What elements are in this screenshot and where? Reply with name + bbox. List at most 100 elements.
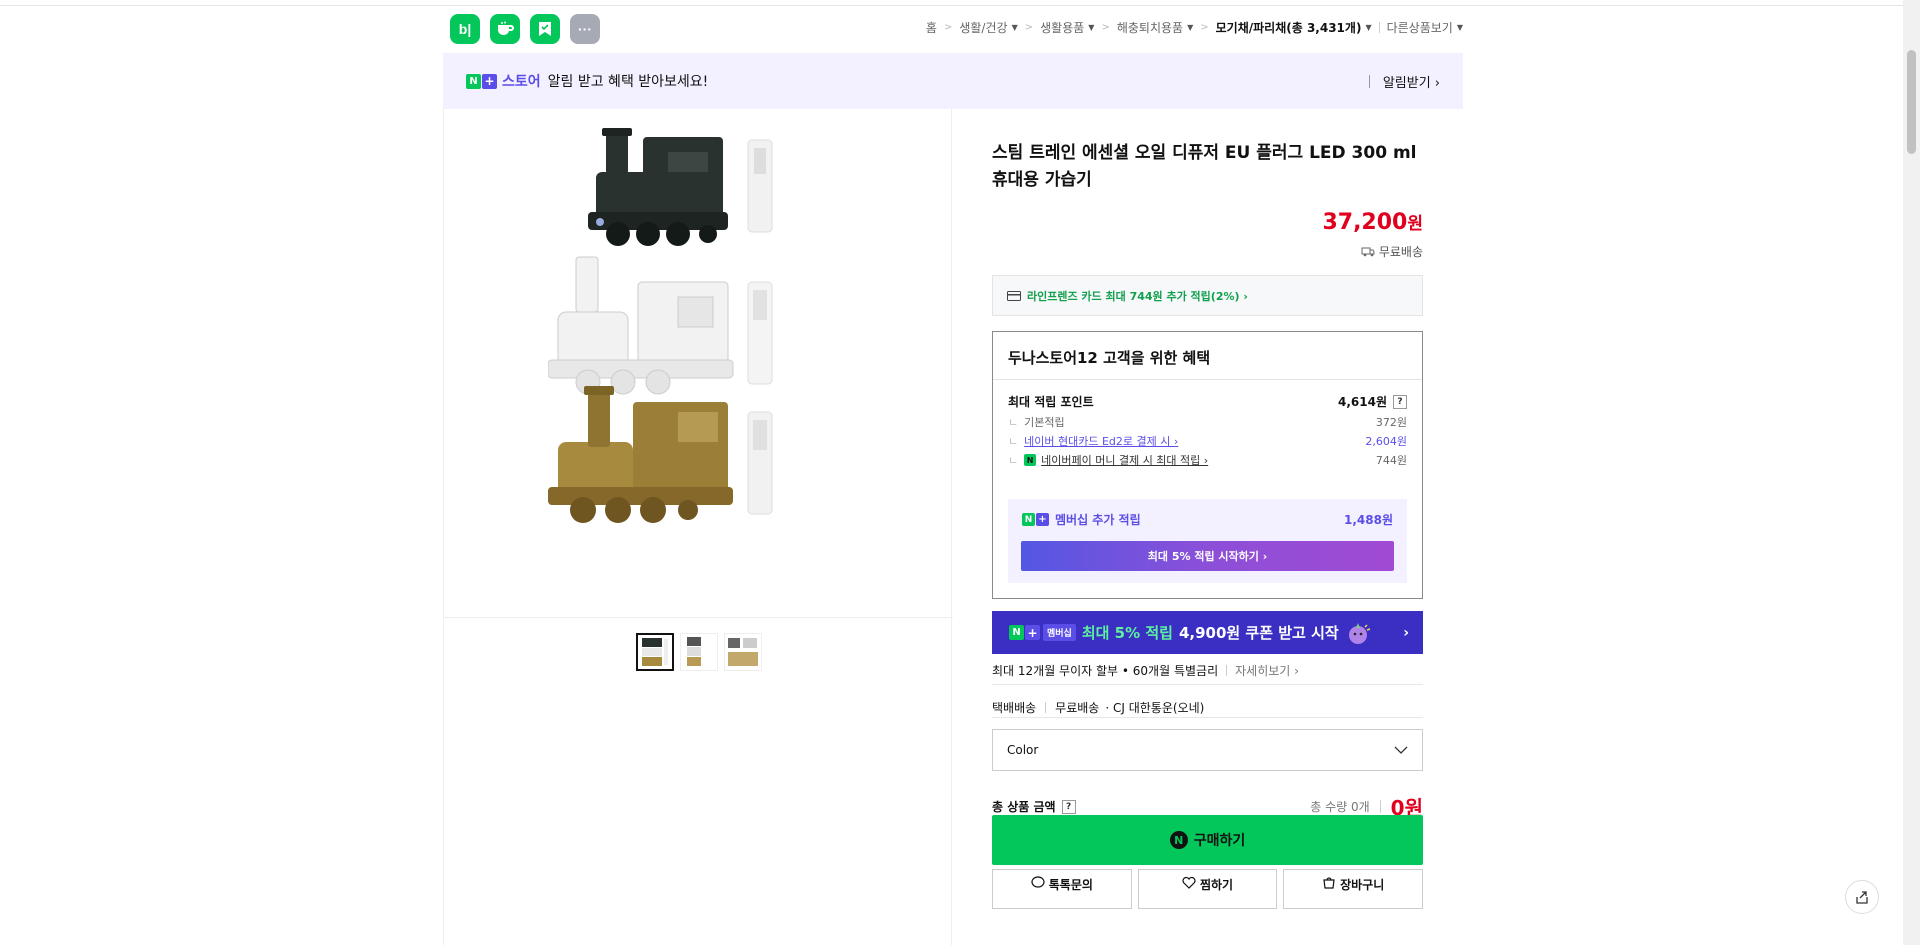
- color-option-select[interactable]: Color: [992, 729, 1423, 771]
- breadcrumb-separator: >: [1200, 22, 1209, 33]
- benefit-row-label: 기본적립: [1024, 416, 1065, 429]
- promo-text: 4,900원 쿠폰 받고 시작: [1178, 624, 1339, 642]
- breadcrumb: 홈 > 생활/건강 ▼ > 생활용품 ▼ > 해충퇴치용품 ▼ > 모기채/파리채(총…: [926, 19, 1463, 36]
- installment-row: 최대 12개월 무이자 할부 • 60개월 특별금리 자세히보기 ›: [992, 662, 1423, 679]
- bookmark-icon[interactable]: [530, 14, 560, 44]
- membership-value: 1,488원: [1344, 513, 1393, 527]
- benefit-row-value: 372원: [1375, 416, 1407, 429]
- caret-down-icon[interactable]: ▼: [1457, 23, 1463, 32]
- gold-train-image: [548, 386, 773, 523]
- chevron-right-icon: ›: [1403, 624, 1409, 641]
- naver-plus-badge: N +: [466, 73, 497, 89]
- banner-divider: [1368, 74, 1370, 88]
- breadcrumb-current[interactable]: 모기채/파리채(총 3,431개): [1216, 19, 1362, 36]
- store-label: 스토어: [502, 74, 541, 90]
- benefit-row-npay: ㄴ N 네이버페이 머니 결제 시 최대 적립 › 744원: [1008, 452, 1407, 468]
- delivery-type: 택배배송: [992, 701, 1037, 715]
- talk-button[interactable]: 톡톡문의: [992, 869, 1132, 909]
- breadcrumb-home[interactable]: 홈: [926, 19, 937, 36]
- total-qty: 총 수량 0개: [1310, 800, 1370, 814]
- buy-button[interactable]: N 구매하기: [992, 815, 1423, 865]
- product-main-image[interactable]: [548, 122, 846, 607]
- help-icon[interactable]: ?: [1393, 394, 1407, 409]
- section-divider: [992, 684, 1423, 685]
- scrollbar-thumb[interactable]: [1907, 50, 1916, 154]
- help-icon[interactable]: ?: [1061, 799, 1076, 814]
- promo-highlight: 최대 5% 적립: [1081, 624, 1173, 642]
- breadcrumb-item-pest[interactable]: 해충퇴치용품: [1117, 19, 1183, 36]
- membership-mini-badge: 멤버십: [1043, 624, 1076, 641]
- caret-down-icon[interactable]: ▼: [1187, 23, 1193, 32]
- banner-message: 알림 받고 혜택 받아보세요!: [547, 74, 709, 90]
- npay-icon: N: [1024, 454, 1037, 466]
- delivery-carrier: · CJ 대한통운(오네): [1105, 701, 1205, 715]
- max-points-value: 4,614원: [1338, 395, 1387, 409]
- subscribe-button[interactable]: 알림받기 ›: [1368, 72, 1440, 91]
- thumbnail-3[interactable]: [724, 633, 762, 671]
- breadcrumb-separator: >: [943, 22, 953, 33]
- shipping-label: 무료배송: [1378, 245, 1423, 259]
- card-promo[interactable]: 라인프렌즈 카드 최대 744원 추가 적립(2%) ›: [992, 275, 1423, 316]
- breadcrumb-separator: >: [1024, 22, 1034, 33]
- white-train-image: [548, 256, 773, 395]
- max-points-row: 최대 적립 포인트 4,614원 ?: [1008, 393, 1407, 410]
- app-icons: b| ···: [450, 14, 600, 44]
- tree-branch-icon: ㄴ: [1008, 416, 1019, 429]
- membership-promo-banner[interactable]: N + 멤버십 최대 5% 적립 4,900원 쿠폰 받고 시작 ›: [992, 611, 1423, 654]
- product-page: b| ··· 홈 > 생활/건강 ▼ > 생활용품 ▼ > 해충퇴치용품 ▼ > 모기…: [443, 0, 1463, 945]
- breadcrumb-item-household[interactable]: 생활용품: [1040, 19, 1084, 36]
- delivery-row: 택배배송 무료배송 · CJ 대한통운(오네): [992, 699, 1204, 716]
- wish-label: 찜하기: [1199, 878, 1234, 892]
- notification-banner: N + 스토어 알림 받고 혜택 받아보세요! 알림받기 ›: [443, 53, 1463, 109]
- installment-text: 최대 12개월 무이자 할부 • 60개월 특별금리: [992, 664, 1219, 678]
- talk-label: 톡톡문의: [1048, 878, 1093, 892]
- cart-button[interactable]: 장바구니: [1283, 869, 1424, 909]
- more-icon-label: ···: [578, 21, 592, 37]
- max-points-label: 최대 적립 포인트: [1008, 395, 1094, 409]
- total-divider: [1379, 800, 1381, 813]
- tree-branch-icon: ㄴ: [1008, 435, 1019, 448]
- tree-branch-icon: ㄴ: [1008, 454, 1019, 467]
- benefit-row-basic: ㄴ 기본적립 372원: [1008, 414, 1407, 430]
- cart-icon: [1323, 877, 1335, 889]
- product-gallery: [443, 109, 953, 945]
- membership-box: N + 멤버십 추가 적립 1,488원 최대 5% 적립 시작하기 ›: [1008, 499, 1407, 583]
- onion-mascot-icon: [1348, 622, 1370, 644]
- cafe-icon[interactable]: [490, 14, 520, 44]
- membership-start-button[interactable]: 최대 5% 적립 시작하기 ›: [1021, 541, 1394, 571]
- blog-icon-label: b|: [458, 21, 472, 37]
- membership-row: N + 멤버십 추가 적립 1,488원: [1022, 511, 1393, 528]
- shipping-info: 무료배송: [1361, 243, 1423, 260]
- benefit-divider: [993, 379, 1422, 380]
- breadcrumb-item-health[interactable]: 생활/건강: [959, 19, 1007, 36]
- wish-button[interactable]: 찜하기: [1137, 869, 1278, 909]
- caret-down-icon[interactable]: ▼: [1088, 23, 1094, 32]
- naver-n-icon: N: [1022, 513, 1035, 526]
- share-button[interactable]: [1845, 880, 1879, 914]
- caret-down-icon[interactable]: ▼: [1012, 23, 1018, 32]
- installment-details-link[interactable]: 자세히보기 ›: [1235, 662, 1299, 679]
- section-divider: [992, 717, 1423, 718]
- other-products-link[interactable]: 다른상품보기: [1387, 19, 1453, 36]
- page-scrollbar[interactable]: [1903, 0, 1920, 945]
- blog-icon[interactable]: b|: [450, 14, 480, 44]
- thumbnail-1[interactable]: [636, 633, 674, 671]
- npay-circle-icon: N: [1169, 831, 1188, 849]
- benefit-title: 두나스토어12 고객을 위한 혜택: [1008, 349, 1211, 367]
- cart-label: 장바구니: [1340, 878, 1385, 892]
- gallery-divider: [444, 617, 953, 618]
- price-unit: 원: [1407, 214, 1423, 234]
- thumbnail-2[interactable]: [680, 633, 718, 671]
- plus-icon: +: [482, 73, 497, 89]
- more-icon[interactable]: ···: [570, 14, 600, 44]
- price-value: 37,200: [1322, 210, 1408, 235]
- npay-money-link[interactable]: 네이버페이 머니 결제 시 최대 적립 ›: [1041, 452, 1208, 468]
- chat-icon: [1031, 876, 1045, 888]
- black-train-image: [588, 128, 773, 246]
- benefit-row-value: 744원: [1375, 454, 1407, 467]
- delivery-divider: [1045, 702, 1047, 713]
- breadcrumb-divider: [1378, 22, 1380, 33]
- hyundai-card-link[interactable]: 네이버 현대카드 Ed2로 결제 시 ›: [1024, 433, 1178, 449]
- caret-down-icon[interactable]: ▼: [1365, 23, 1371, 32]
- sub-buttons: 톡톡문의 찜하기 장바구니: [992, 869, 1424, 909]
